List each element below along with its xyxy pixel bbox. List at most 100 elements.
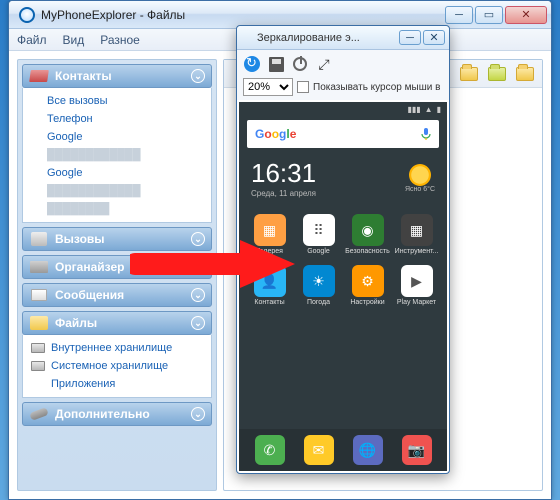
app-Безопасность[interactable]: ◉Безопасность (345, 214, 390, 255)
dock-app[interactable]: ✆ (255, 435, 285, 465)
close-button[interactable]: ✕ (505, 6, 547, 24)
messages-icon (29, 287, 49, 303)
files-system[interactable]: Системное хранилище (31, 357, 203, 375)
main-title: MyPhoneExplorer - Файлы (41, 8, 445, 22)
section-contacts-label: Контакты (55, 69, 191, 83)
chevron-down-icon: ⌄ (191, 316, 205, 330)
cursor-checkbox[interactable] (297, 81, 309, 93)
menu-view[interactable]: Вид (63, 33, 85, 47)
app-label: Настройки (350, 299, 384, 306)
files-internal[interactable]: Внутреннее хранилище (31, 339, 203, 357)
wifi-icon: ▲ (425, 105, 433, 114)
app-Настройки[interactable]: ⚙ Настройки (345, 265, 390, 306)
dock-app[interactable]: ✉ (304, 435, 334, 465)
refresh-button[interactable] (243, 55, 261, 73)
section-files[interactable]: Файлы ⌄ (22, 311, 212, 335)
section-organizer[interactable]: Органайзер ⌄ (22, 255, 212, 279)
files-body: Внутреннее хранилище Системное хранилище… (22, 335, 212, 398)
mirror-window: Зеркалирование э... ─ ✕ ⤢ 20% Показывать… (236, 25, 450, 474)
battery-icon: ▮ (437, 105, 441, 114)
weather-temp: 6°C (423, 186, 435, 193)
clock-widget[interactable]: 16:31 Среда, 11 апреля Ясно 6°C (239, 152, 447, 204)
folder-search-icon[interactable] (486, 64, 508, 84)
mirror-titlebar[interactable]: Зеркалирование э... ─ ✕ (237, 26, 449, 50)
contacts-blur-3: ████████ (31, 200, 203, 218)
dock-app[interactable]: 🌐 (353, 435, 383, 465)
weather-cond: Ясно (405, 186, 421, 193)
contacts-blur-1: ████████████ (31, 146, 203, 164)
power-button[interactable] (291, 55, 309, 73)
app-label: Безопасность (345, 248, 390, 255)
section-calls[interactable]: Вызовы ⌄ (22, 227, 212, 251)
dock-app[interactable]: 📷 (402, 435, 432, 465)
section-extra-label: Дополнительно (55, 407, 191, 421)
app-Инструмент...[interactable]: ▦ Инструмент... (394, 214, 439, 255)
weather-widget[interactable]: Ясно 6°C (405, 164, 435, 193)
app-grid: ▦ Галерея ⠿Google◉Безопасность ▦ Инструмент.… (239, 204, 447, 306)
app-icon: ▦ (254, 214, 286, 246)
menu-file[interactable]: Файл (17, 33, 47, 47)
section-messages[interactable]: Сообщения ⌄ (22, 283, 212, 307)
app-Галерея[interactable]: ▦ Галерея (247, 214, 292, 255)
app-Погода[interactable]: ☀Погода (296, 265, 341, 306)
save-button[interactable] (267, 55, 285, 73)
drive-icon (31, 361, 45, 371)
section-extra[interactable]: Дополнительно ⌄ (22, 402, 212, 426)
app-icon: ⚙ (352, 265, 384, 297)
sun-icon (409, 164, 431, 186)
section-messages-label: Сообщения (55, 288, 191, 302)
app-label: Контакты (254, 299, 284, 306)
mic-icon[interactable] (421, 127, 431, 141)
chevron-down-icon: ⌄ (191, 260, 205, 274)
mirror-toolbar: ⤢ (237, 50, 449, 78)
files-internal-label: Внутреннее хранилище (51, 342, 172, 354)
section-files-label: Файлы (55, 316, 191, 330)
fullscreen-icon: ⤢ (318, 56, 329, 73)
contacts-phone[interactable]: Телефон (31, 110, 203, 128)
mirror-title: Зеркалирование э... (257, 32, 399, 44)
chevron-down-icon: ⌄ (191, 407, 205, 421)
contacts-blur-2: ████████████ (31, 182, 203, 200)
cursor-label: Показывать курсор мыши в (313, 82, 440, 93)
contacts-body: Все вызовы Телефон Google ████████████ G… (22, 88, 212, 223)
extra-icon (29, 406, 49, 422)
phone-dock: ✆ ✉ 🌐 📷 (239, 429, 447, 471)
power-icon (293, 57, 307, 71)
zoom-row: 20% Показывать курсор мыши в (237, 78, 449, 100)
drive-icon (31, 343, 45, 353)
app-icon: 👤 (254, 265, 286, 297)
app-Play Маркет[interactable]: ▶Play Маркет (394, 265, 439, 306)
app-icon: ▦ (401, 214, 433, 246)
zoom-select[interactable]: 20% (243, 78, 293, 96)
save-icon (269, 57, 284, 72)
phone-statusbar: ▮▮▮ ▲ ▮ (239, 102, 447, 116)
app-Контакты[interactable]: 👤 Контакты (247, 265, 292, 306)
mirror-minimize-button[interactable]: ─ (399, 30, 421, 45)
google-logo: Google (255, 127, 296, 141)
files-system-label: Системное хранилище (51, 360, 168, 372)
contacts-all-calls[interactable]: Все вызовы (31, 92, 203, 110)
files-apps[interactable]: Приложения (31, 375, 203, 393)
clock-time: 16:31 (251, 158, 316, 189)
contacts-google-1[interactable]: Google (31, 128, 203, 146)
menu-misc[interactable]: Разное (100, 33, 140, 47)
minimize-button[interactable]: ─ (445, 6, 473, 24)
phone-screen[interactable]: ▮▮▮ ▲ ▮ Google 16:31 Среда, 11 апреля Яс… (239, 102, 447, 471)
fullscreen-button[interactable]: ⤢ (315, 55, 333, 73)
mirror-close-button[interactable]: ✕ (423, 30, 445, 45)
app-icon (19, 7, 35, 23)
folder-alt-icon[interactable] (514, 64, 536, 84)
calls-icon (29, 231, 49, 247)
maximize-button[interactable]: ▭ (475, 6, 503, 24)
app-label: Галерея (256, 248, 283, 255)
clock-date: Среда, 11 апреля (251, 189, 316, 198)
section-contacts[interactable]: Контакты ⌄ (22, 64, 212, 88)
contacts-icon (29, 68, 49, 84)
contacts-google-2[interactable]: Google (31, 164, 203, 182)
section-organizer-label: Органайзер (55, 260, 191, 274)
folder-new-icon[interactable] (458, 64, 480, 84)
app-label: Google (307, 248, 330, 255)
google-search-bar[interactable]: Google (247, 120, 439, 148)
app-Google[interactable]: ⠿Google (296, 214, 341, 255)
app-label: Инструмент... (395, 248, 439, 255)
